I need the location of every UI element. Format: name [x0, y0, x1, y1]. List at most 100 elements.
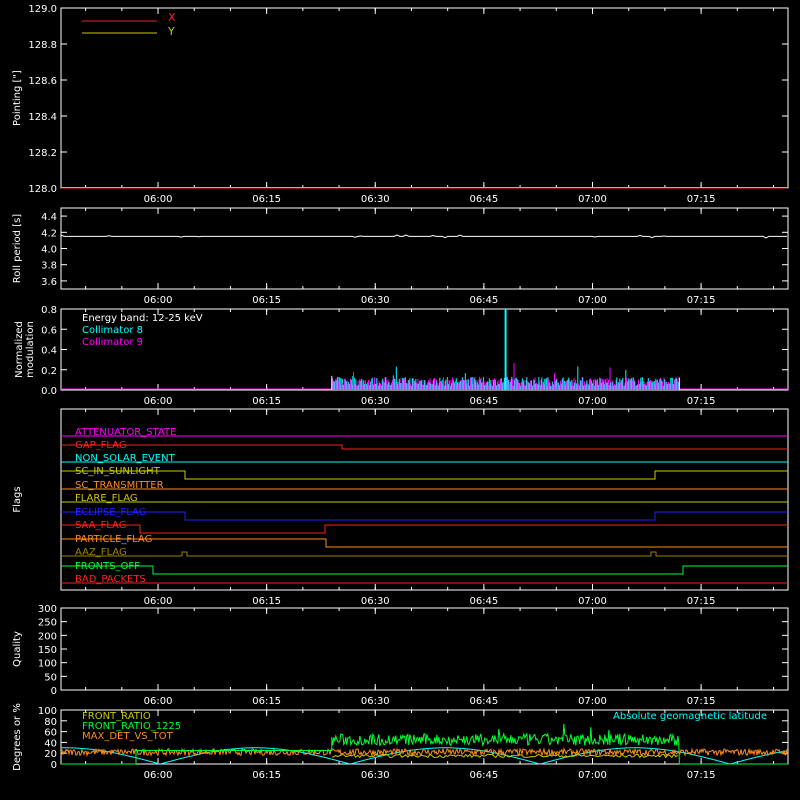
x-tick-label: 06:30 — [361, 596, 390, 607]
x-tick-label: 07:15 — [687, 596, 716, 607]
x-tick-label: 06:00 — [144, 295, 173, 306]
y-tick-label: 80 — [44, 717, 57, 728]
flag-label: NON_SOLAR_EVENT — [75, 453, 176, 464]
panel-5: 06:00 06:15 06:30 06:45 07:00 07:15 0 50 100 150 2… — [12, 604, 789, 707]
flag-label: PARTICLE_FLAG — [75, 534, 152, 545]
y-tick-label: 3.8 — [41, 261, 57, 272]
x-tick-label: 06:30 — [361, 194, 390, 205]
panel-1: 06:00 06:15 06:30 06:45 07:00 07:15 128.0 128.2… — [12, 4, 789, 205]
legend-geomagnetic-latitude: Absolute geomagnetic latitude — [613, 711, 767, 722]
x-tick-label: 07:00 — [578, 696, 607, 707]
legend-collimator-9: Collimator 9 — [82, 337, 143, 348]
y-tick-label: 4.0 — [41, 245, 57, 256]
x-tick-label: 06:15 — [252, 194, 281, 205]
y-axis-label: Pointing ["] — [12, 70, 23, 126]
x-tick-label: 07:15 — [687, 396, 716, 407]
flag-label: GAP_FLAG — [75, 440, 127, 451]
y-tick-label: 128.2 — [28, 148, 57, 159]
x-tick-label: 06:45 — [469, 770, 498, 781]
x-tick-label: 06:45 — [469, 396, 498, 407]
x-tick-label: 07:15 — [687, 696, 716, 707]
flag-label: SC_TRANSMITTER — [75, 480, 164, 491]
x-tick-label: 07:00 — [578, 596, 607, 607]
legend-x-label: X — [168, 11, 176, 24]
flag-label: AAZ_FLAG — [75, 547, 127, 558]
y-tick-label: 0.6 — [41, 325, 57, 336]
x-tick-label: 06:00 — [144, 696, 173, 707]
y-tick-label: 200 — [38, 631, 57, 642]
x-tick-label: 06:45 — [469, 596, 498, 607]
panel-2: 06:00 06:15 06:30 06:45 07:00 07:15 3.6 3.8 4.0 4… — [12, 207, 789, 306]
panel-4: 06:00 06:15 06:30 06:45 07:00 07:15 Flags ATTEN… — [12, 408, 789, 607]
y-tick-label: 0 — [51, 686, 57, 697]
panel-6: 06:00 06:15 06:30 06:45 07:00 07:15 0204060801… — [12, 703, 789, 781]
x-tick-label: 06:30 — [361, 295, 390, 306]
y-axis-label: modulation — [25, 321, 36, 378]
y-axis-label: Normalized — [14, 321, 25, 378]
x-tick-label: 06:15 — [252, 396, 281, 407]
x-tick-label: 06:15 — [252, 770, 281, 781]
flag-label: ECLIPSE_FLAG — [75, 507, 146, 518]
y-tick-label: 100 — [38, 659, 57, 670]
x-tick-label: 06:30 — [361, 396, 390, 407]
y-tick-label: 50 — [44, 672, 57, 683]
x-tick-label: 06:15 — [252, 295, 281, 306]
x-tick-label: 07:15 — [687, 770, 716, 781]
y-axis-label: Flags — [12, 486, 23, 512]
y-tick-label: 40 — [44, 738, 57, 749]
x-tick-label: 06:30 — [361, 696, 390, 707]
flag-label: FLARE_FLAG — [75, 493, 138, 504]
flag-label: SC_IN_SUNLIGHT — [75, 466, 161, 477]
energy-band-label: Energy band: 12-25 keV — [82, 313, 203, 324]
flag-label: SAA_FLAG — [75, 520, 126, 531]
y-tick-label: 20 — [44, 749, 57, 760]
x-tick-label: 06:15 — [252, 696, 281, 707]
hessi-quicklook-chart: 06:00 06:15 06:30 06:45 07:00 07:15 128.0 128.2… — [12, 4, 789, 781]
panel-frame — [60, 607, 789, 691]
y-tick-label: 128.0 — [28, 184, 57, 195]
x-tick-label: 07:00 — [578, 396, 607, 407]
flag-line-sc-in-sunlight — [61, 470, 788, 480]
y-tick-label: 0.0 — [41, 386, 57, 397]
y-tick-label: 4.2 — [41, 228, 57, 239]
x-tick-label: 06:30 — [361, 770, 390, 781]
x-tick-label: 06:00 — [144, 396, 173, 407]
y-tick-label: 250 — [38, 618, 57, 629]
flag-label: FRONTS_OFF — [75, 561, 140, 572]
flag-label: ATTENUATOR_STATE — [75, 427, 176, 438]
y-axis-label: Quality — [12, 631, 23, 667]
x-tick-label: 06:15 — [252, 596, 281, 607]
y-tick-label: 128.6 — [28, 76, 57, 87]
y-tick-label: 60 — [44, 728, 57, 739]
y-tick-label: 4.4 — [41, 212, 57, 223]
y-tick-label: 0.4 — [41, 346, 57, 357]
panel-3: 06:00 06:15 06:30 06:45 07:00 07:15 0.0 0.2 0.4 0… — [14, 305, 789, 407]
legend-max-det-vs-tot: MAX_DET_VS_TOT — [82, 731, 174, 742]
flag-line-eclipse-flag — [61, 511, 788, 521]
y-tick-label: 0 — [51, 760, 57, 771]
y-axis-label: Degrees or % — [12, 703, 23, 771]
flag-line-fronts-off — [61, 565, 788, 575]
y-tick-label: 100 — [38, 706, 57, 717]
y-tick-label: 128.4 — [28, 112, 57, 123]
y-tick-label: 3.6 — [41, 277, 57, 288]
legend-collimator-8: Collimator 8 — [82, 325, 143, 336]
y-tick-label: 300 — [38, 604, 57, 615]
flag-label: BAD_PACKETS — [75, 574, 146, 585]
y-tick-label: 129.0 — [28, 4, 57, 15]
x-tick-label: 06:45 — [469, 696, 498, 707]
y-tick-label: 128.8 — [28, 40, 57, 51]
y-axis-label: Roll period [s] — [12, 214, 23, 283]
panel-frame — [60, 207, 789, 290]
roll-period-line — [60, 234, 787, 239]
flag-line-aaz-flag — [61, 551, 788, 557]
flag-line-saa-flag — [61, 524, 788, 534]
flag-line-gap-flag — [61, 444, 788, 450]
legend-y-label: Y — [167, 25, 175, 38]
x-tick-label: 07:15 — [687, 194, 716, 205]
flag-line-particle-flag — [61, 538, 788, 548]
x-tick-label: 06:45 — [469, 194, 498, 205]
x-tick-label: 06:00 — [144, 194, 173, 205]
x-tick-label: 07:00 — [578, 194, 607, 205]
x-tick-label: 07:15 — [687, 295, 716, 306]
